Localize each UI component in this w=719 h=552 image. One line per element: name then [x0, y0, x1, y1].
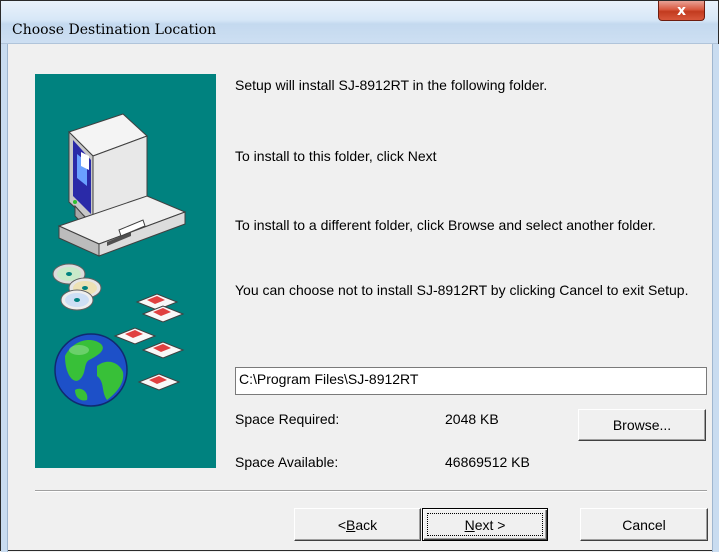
intro-text: Setup will install SJ-8912RT in the foll…: [235, 77, 548, 93]
cancel-button[interactable]: Cancel: [580, 508, 708, 541]
window-frame-right: [712, 44, 719, 552]
computer-icon: [57, 113, 187, 257]
space-required-label: Space Required:: [235, 411, 340, 427]
destination-folder-field[interactable]: C:\Program Files\SJ-8912RT: [235, 367, 707, 395]
setup-dialog: Choose Destination Location x Setup will…: [0, 0, 719, 552]
setup-artwork-panel: [35, 74, 216, 468]
footer-separator: [35, 490, 707, 492]
space-available-label: Space Available:: [235, 454, 339, 470]
cancel-button-label: Cancel: [622, 516, 666, 533]
next-instruction-text: To install to this folder, click Next: [235, 148, 437, 164]
space-available-value: 46869512 KB: [445, 454, 530, 470]
browse-instruction-text: To install to a different folder, click …: [235, 217, 656, 233]
next-button[interactable]: Next >: [422, 508, 548, 541]
browse-button-label: Browse...: [612, 417, 672, 433]
cancel-instruction-text: You can choose not to install SJ-8912RT …: [235, 282, 689, 298]
back-button-rest: ack: [355, 516, 378, 533]
space-required-value: 2048 KB: [445, 411, 499, 427]
browse-button[interactable]: Browse...: [578, 409, 706, 441]
back-button-prefix: <: [337, 516, 347, 533]
title-bar[interactable]: Choose Destination Location x: [1, 1, 718, 44]
window-frame-left: [1, 44, 8, 552]
window-title: Choose Destination Location: [12, 22, 217, 38]
next-button-focus-ring: [427, 513, 543, 536]
close-button[interactable]: x: [658, 1, 705, 21]
back-button[interactable]: < Back: [294, 508, 421, 541]
back-button-hotkey: B: [346, 516, 356, 533]
close-icon: x: [676, 2, 687, 19]
setup-artwork: [52, 113, 187, 407]
globe-icon: [54, 333, 128, 407]
cd-discs-icon: [52, 263, 102, 311]
